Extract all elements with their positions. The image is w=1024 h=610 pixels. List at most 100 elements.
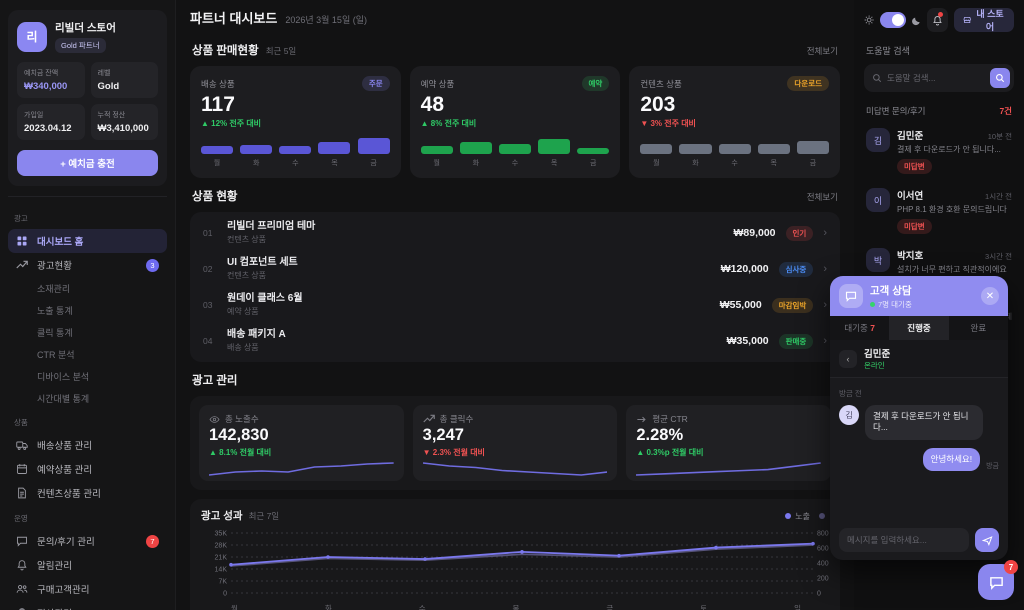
sales-card-badge: 예약 (582, 76, 610, 91)
bar (460, 142, 492, 154)
inquiry-badge: 미답변 (897, 219, 932, 234)
product-row[interactable]: 02 UI 컴포넌트 세트 컨텐츠 상품 ₩120,000 심사중 › (203, 251, 827, 287)
chat-title: 고객 상담 (870, 283, 912, 298)
sidebar-item-배송상품-관리[interactable]: 배송상품 관리 (8, 433, 167, 457)
bar (421, 146, 453, 154)
stat-value: 2023.04.12 (24, 123, 78, 134)
chat-close-button[interactable]: ✕ (981, 287, 999, 305)
grid-icon (16, 235, 29, 247)
sidebar-item-예약상품-관리[interactable]: 예약상품 관리 (8, 457, 167, 481)
products-view-all-link[interactable]: 전체보기 (807, 191, 838, 203)
chat-fab[interactable]: 7 (978, 564, 1014, 600)
sidebar-item-구매고객관리[interactable]: 구매고객관리 (8, 577, 167, 601)
sidebar-item-label: 예약상품 관리 (37, 462, 92, 476)
theme-toggle[interactable] (880, 12, 906, 28)
sidebar-section-label: 광고 (14, 213, 161, 224)
bar-column: 금 (577, 138, 609, 168)
sidebar-item-컨텐츠상품-관리[interactable]: 컨텐츠상품 관리 (8, 481, 167, 505)
product-row[interactable]: 04 배송 패키지 A 배송 상품 ₩35,000 판매중 › (203, 323, 827, 359)
sidebar-item-클릭-통계[interactable]: 클릭 통계 (8, 321, 167, 343)
bar-column: 월 (201, 138, 233, 168)
profile-stat: 누적 정산 ₩3,410,000 (91, 104, 159, 140)
sidebar-section-label: 운영 (14, 513, 161, 524)
bar-day-label: 월 (214, 158, 220, 168)
x-axis-label: 월 (231, 603, 238, 610)
svg-text:21K: 21K (215, 555, 228, 562)
bar (240, 145, 272, 154)
sales-card-delta: ▲ 12% 전주 대비 (201, 118, 390, 129)
sidebar-item-문의-후기-관리[interactable]: 문의/후기 관리7 (8, 529, 167, 553)
chat-tabs: 대기중 7진행중 완료 (830, 316, 1008, 340)
product-row[interactable]: 03 원데이 클래스 6월 예약 상품 ₩55,000 마감임박 › (203, 287, 827, 323)
inquiry-item[interactable]: 김 김민준 10분 전 결제 후 다운로드가 안 됩니다... 미답변 (864, 121, 1014, 181)
chat-tab-count: 7 (870, 323, 875, 333)
topup-button[interactable]: + 예치금 충전 (17, 150, 158, 176)
product-badge: 마감임박 (772, 298, 814, 313)
row-index: 01 (203, 228, 217, 238)
sidebar-item-대시보드-홈[interactable]: 대시보드 홈 (8, 229, 167, 253)
chat-status-label: 7명 대기중 (878, 299, 912, 310)
performance-subtitle: 최근 7일 (249, 510, 280, 522)
sidebar-item-CTR-분석[interactable]: CTR 분석 (8, 343, 167, 365)
stat-label: 예치금 잔액 (24, 68, 78, 78)
chat-fab-badge: 7 (1004, 560, 1018, 574)
ad-performance-panel: 광고 성과 최근 7일 노출 35K28K21K14K7K08006004002… (190, 499, 840, 610)
product-name: 리빌더 프리미엄 테마 (227, 221, 315, 234)
metric-label: 총 클릭수 (440, 413, 474, 425)
chat-timestamp: 방금 전 (839, 388, 999, 399)
svg-text:14K: 14K (215, 567, 228, 574)
x-axis-label: 토 (700, 603, 707, 610)
search-submit-button[interactable] (990, 68, 1010, 88)
chat-tab-완료[interactable]: 완료 (949, 316, 1008, 340)
chat-bubble-icon (839, 284, 863, 308)
bar (279, 146, 311, 154)
product-type: 컨텐츠 상품 (227, 270, 298, 281)
calendar-icon (16, 463, 29, 475)
sidebar-item-label: 문의/후기 관리 (37, 534, 95, 548)
svg-text:600: 600 (817, 546, 829, 553)
sidebar-item-노출-통계[interactable]: 노출 통계 (8, 299, 167, 321)
chat-message-input[interactable] (839, 528, 969, 552)
inquiry-avatar: 박 (866, 248, 890, 272)
sidebar-item-label: 컨텐츠상품 관리 (37, 486, 101, 500)
profile-stat: 예치금 잔액 ₩340,000 (17, 62, 85, 98)
chat-tab-대기중[interactable]: 대기중 7 (830, 316, 889, 340)
products-section-title: 상품 현황 (192, 188, 238, 204)
sales-card-label: 배송 상품 (201, 78, 235, 90)
inquiry-item[interactable]: 이 이서연 1시간 전 PHP 8.1 환경 호환 문의드립니다 미답변 (864, 181, 1014, 241)
legend-item (819, 513, 829, 519)
sidebar-item-소재관리[interactable]: 소재관리 (8, 277, 167, 299)
partner-tier-badge: Gold 파트너 (55, 38, 106, 53)
sidebar-item-정산관리[interactable]: 정산관리 (8, 601, 167, 610)
send-button[interactable] (975, 528, 999, 552)
page-date: 2026년 3월 15일 (일) (285, 13, 367, 26)
sidebar-item-label: 알림관리 (37, 558, 72, 572)
performance-title: 광고 성과 (201, 508, 243, 523)
product-name: UI 컴포넌트 세트 (227, 257, 298, 270)
sparkline-chart (636, 461, 821, 477)
bar-day-label: 수 (512, 158, 518, 168)
truck-icon (16, 439, 29, 451)
eye-icon (209, 414, 220, 425)
sidebar-item-label: 배송상품 관리 (37, 438, 92, 452)
sidebar-item-label: 클릭 통계 (37, 326, 73, 339)
sidebar-item-badge: 3 (146, 259, 159, 272)
bar-column: 화 (240, 138, 272, 168)
inquiry-name: 이서연 (897, 188, 923, 202)
sidebar-item-시간대별-통계[interactable]: 시간대별 통계 (8, 387, 167, 409)
chat-tab-진행중[interactable]: 진행중 (889, 316, 948, 340)
stat-label: 가입일 (24, 110, 78, 120)
back-button[interactable]: ‹ (839, 350, 857, 368)
bar-column: 수 (279, 138, 311, 168)
sidebar-item-디바이스-분석[interactable]: 디바이스 분석 (8, 365, 167, 387)
my-store-button[interactable]: 내 스토어 (954, 8, 1014, 32)
sidebar-item-광고현황[interactable]: 광고현황3 (8, 253, 167, 277)
legend-dot (785, 513, 791, 519)
help-search-input[interactable] (887, 73, 985, 83)
notifications-button[interactable] (927, 8, 947, 32)
sales-cards: 배송 상품 주문 117 ▲ 12% 전주 대비 월 화 수 목 금예약 상품 … (190, 66, 840, 178)
chat-tab-label: 완료 (971, 323, 987, 333)
sales-view-all-link[interactable]: 전체보기 (807, 45, 838, 57)
sidebar-item-알림관리[interactable]: 알림관리 (8, 553, 167, 577)
product-row[interactable]: 01 리빌더 프리미엄 테마 컨텐츠 상품 ₩89,000 인기 › (203, 215, 827, 251)
